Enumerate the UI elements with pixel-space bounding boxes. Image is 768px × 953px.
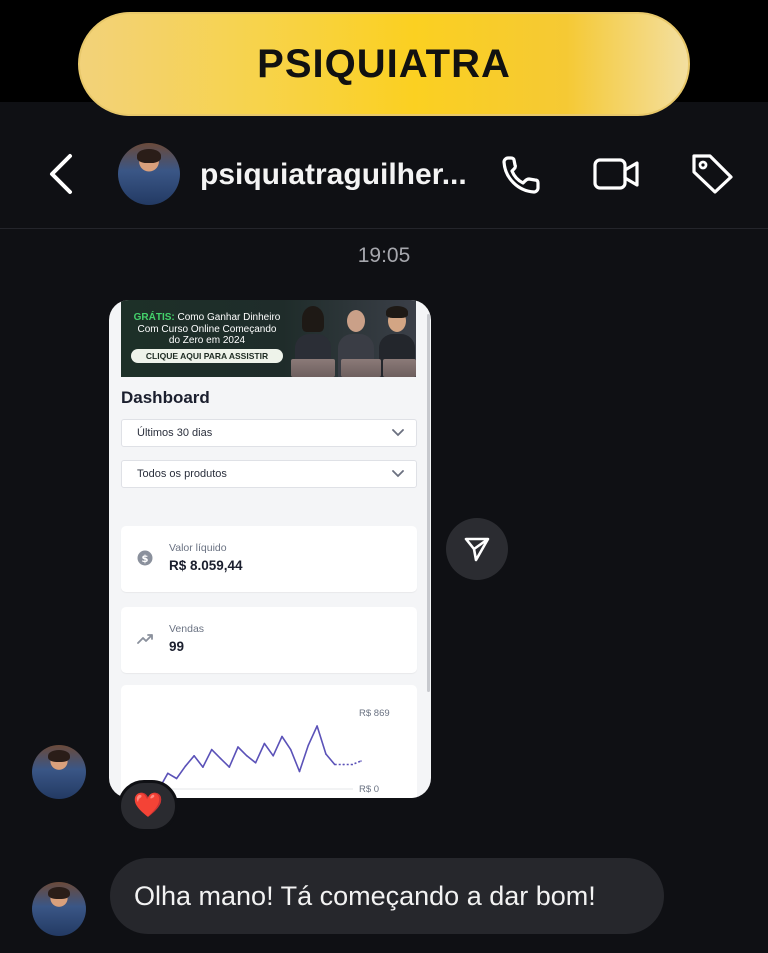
product-select[interactable]: Todos os produtos [121,460,417,488]
sales-card: Vendas 99 [121,607,417,673]
chart-point [254,762,257,764]
share-button[interactable] [446,518,508,580]
ad-headline: GRÁTIS: Como Ganhar Dinheiro Com Curso O… [127,312,287,347]
chart-point [307,744,310,747]
chevron-down-icon [392,470,404,478]
ad-free-label: GRÁTIS: [133,312,175,323]
period-select-value: Últimos 30 dias [137,427,213,439]
contact-username[interactable]: psiquiatraguilher... [200,158,475,192]
ad-headline-line2: Com Curso Online Começando [137,323,277,335]
chart-point [263,742,266,745]
heart-reaction[interactable]: ❤️ [118,780,178,832]
chart-point [184,765,187,768]
chart-point [298,770,301,773]
net-value-card: $ Valor líquido R$ 8.059,44 [121,526,417,592]
chart-point [202,766,204,768]
banner-label: PSIQUIATRA [257,41,511,86]
chart-point [325,753,327,755]
message-timestamp: 19:05 [357,244,411,267]
message-text: Olha mano! Tá começando a dar bom! [134,880,596,911]
phone-icon[interactable] [500,152,548,196]
ad-cta-button[interactable]: CLIQUE AQUI PARA ASSISTIR [131,349,283,363]
trending-up-icon [137,634,153,644]
revenue-line-chart: R$ 869 R$ 0 [136,708,390,795]
sender-avatar[interactable] [32,745,86,799]
back-arrow-icon[interactable] [46,152,76,196]
product-select-value: Todos os produtos [137,468,227,480]
chart-point [193,755,195,757]
ad-laptop-image [341,359,381,377]
chart-point [175,777,178,780]
chat-header: psiquiatraguilher... [0,102,768,229]
chart-point [333,763,336,766]
ad-laptop-image [291,359,335,377]
sender-avatar[interactable] [32,882,86,936]
sales-value: 99 [169,639,185,654]
dashboard-title: Dashboard [121,388,210,407]
heart-icon: ❤️ [133,792,163,819]
period-select[interactable]: Últimos 30 dias [121,419,417,447]
contact-avatar[interactable] [118,143,180,205]
shared-image-card[interactable]: GRÁTIS: Como Ganhar Dinheiro Com Curso O… [109,300,431,798]
chart-point [246,755,248,757]
chart-point [219,757,222,760]
net-value-label: Valor líquido [169,542,227,554]
svg-text:$: $ [142,554,149,565]
message-bubble[interactable]: Olha mano! Tá começando a dar bom! [110,858,664,934]
tag-icon[interactable] [688,152,736,196]
chart-ymin-label: R$ 0 [359,784,379,795]
chart-point [281,735,283,738]
chart-point [210,748,213,751]
chart-point [167,772,169,775]
title-banner: PSIQUIATRA [78,12,690,116]
chart-point [289,748,292,751]
chart-point [228,766,231,768]
ad-headline-line1: Como Ganhar Dinheiro [174,312,281,323]
ad-headline-line3: do Zero em 2024 [168,335,246,346]
chart-point [272,755,274,757]
scrollbar[interactable] [427,314,430,692]
chart-series-projection [334,760,362,766]
chevron-down-icon [392,429,404,437]
chart-point [316,725,318,727]
chart-point [237,746,239,748]
chart-point [342,763,345,766]
chart-point [351,763,353,766]
revenue-chart: R$ 869 R$ 0 [121,685,417,798]
course-ad-banner[interactable]: GRÁTIS: Como Ganhar Dinheiro Com Curso O… [121,300,416,377]
ad-laptop-image [383,359,416,377]
sales-label: Vendas [169,623,205,635]
video-call-icon[interactable] [592,152,640,196]
chart-point [360,760,362,762]
dollar-coin-icon: $ [137,550,153,566]
net-value-amount: R$ 8.059,44 [169,558,243,573]
chart-series-line [158,725,336,790]
send-icon [464,537,490,562]
chart-ymax-label: R$ 869 [359,708,390,719]
